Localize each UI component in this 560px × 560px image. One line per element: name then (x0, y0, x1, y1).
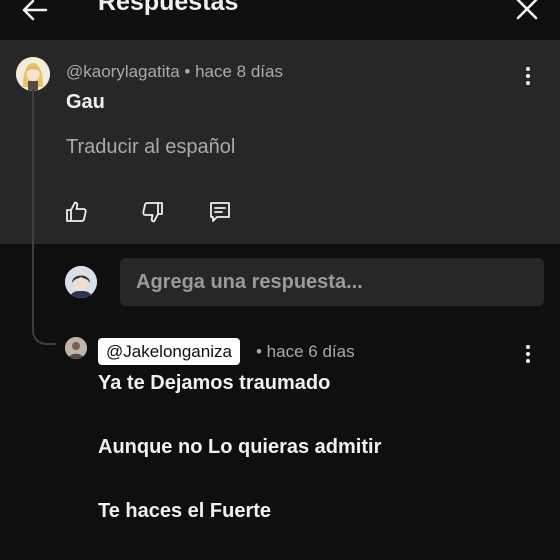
close-icon (516, 0, 538, 20)
thread-connector (32, 89, 56, 345)
reply-text-line: Aunque no Lo quieras admitir (98, 436, 382, 458)
reply-button[interactable] (207, 199, 233, 225)
like-icon (66, 201, 87, 222)
parent-comment: @kaorylagatita • hace 8 días Gau Traduci… (0, 41, 560, 244)
reply-text-line: Te haces el Fuerte (98, 500, 272, 522)
more-vert-icon (526, 345, 530, 363)
reply-input[interactable] (120, 258, 544, 306)
comment-meta: @kaorylagatita • hace 8 días (66, 62, 283, 82)
author-handle[interactable]: @kaorylagatita (66, 62, 180, 81)
my-avatar (65, 266, 97, 298)
avatar-anime-girl-icon (16, 57, 50, 91)
comment-time: • hace 8 días (184, 62, 283, 81)
avatar[interactable] (16, 57, 50, 91)
reply-more-options-button[interactable] (516, 342, 540, 366)
close-button[interactable] (510, 0, 544, 26)
back-button[interactable] (14, 0, 54, 30)
dislike-icon (142, 202, 163, 223)
like-button[interactable] (63, 199, 89, 225)
translate-link[interactable]: Traducir al español (66, 136, 235, 159)
avatar-icon (65, 337, 87, 359)
more-vert-icon (526, 67, 530, 85)
reply-time: • hace 6 días (256, 342, 355, 361)
dislike-button[interactable] (140, 199, 166, 225)
reply-avatar[interactable] (65, 337, 87, 359)
avatar-anime-boy-icon (65, 266, 97, 298)
page-title: Respuestas (98, 0, 239, 16)
reply-icon (210, 202, 230, 222)
back-arrow-icon (22, 0, 48, 21)
more-options-button[interactable] (516, 64, 540, 88)
comment-text: Gau (66, 91, 105, 113)
header-bar: Respuestas (0, 0, 560, 41)
reply-text-line: Ya te Dejamos traumado (98, 372, 331, 394)
mention-chip[interactable]: @Jakelonganiza (98, 338, 240, 365)
